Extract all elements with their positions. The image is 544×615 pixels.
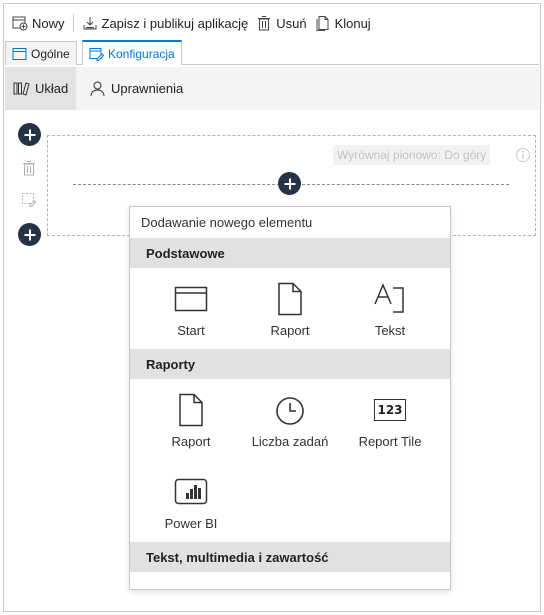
item-report[interactable]: Raport [244, 282, 336, 352]
item-power-bi[interactable]: Power BI [145, 475, 237, 545]
add-element-button[interactable] [278, 172, 301, 195]
item-report-2-label: Raport [171, 434, 211, 449]
new-button[interactable]: Nowy [8, 12, 69, 34]
save-publish-label: Zapisz i publikuj aplikację [101, 15, 249, 31]
subnav-permissions-label: Uprawnienia [111, 81, 184, 96]
item-start-label: Start [177, 323, 205, 338]
save-publish-icon [83, 17, 97, 30]
item-text-label: Tekst [374, 323, 406, 338]
item-report-2[interactable]: Raport [145, 393, 237, 463]
window-icon [12, 47, 27, 60]
clone-button-label: Klonuj [334, 15, 371, 31]
sub-navigation: Układ Uprawnienia [5, 67, 539, 110]
group-header-basic: Podstawowe [130, 238, 450, 268]
clock-icon [273, 393, 307, 427]
document-icon [273, 282, 307, 316]
vertical-align-label[interactable]: Wyrównaj pionowo: Do góry [333, 145, 491, 165]
document-icon [174, 393, 208, 427]
trash-icon [258, 16, 271, 31]
group-header-text-media: Tekst, multimedia i zawartość [130, 542, 450, 572]
item-task-count-label: Liczba zadań [251, 434, 329, 449]
person-icon [90, 81, 105, 97]
save-publish-button[interactable]: Zapisz i publikuj aplikację [78, 12, 253, 34]
toolbar: Nowy Zapisz i publikuj aplikację Usuń Kl… [8, 10, 375, 36]
subnav-layout[interactable]: Układ [5, 67, 77, 110]
info-icon[interactable] [515, 147, 531, 163]
new-button-label: Nowy [32, 15, 65, 31]
tab-general-label: Ogólne [31, 46, 70, 61]
delete-section-icon[interactable] [21, 160, 37, 176]
subnav-layout-label: Układ [35, 81, 69, 96]
section-settings-icon[interactable] [21, 191, 37, 207]
subnav-permissions[interactable]: Uprawnienia [81, 67, 191, 110]
tab-bar: Ogólne Konfiguracja [5, 40, 539, 65]
item-power-bi-label: Power BI [164, 516, 218, 531]
item-report-tile[interactable]: 123 Report Tile [344, 393, 436, 463]
item-report-tile-label: Report Tile [358, 434, 422, 449]
popup-title: Dodawanie nowego elementu [141, 215, 313, 230]
power-bi-icon [174, 475, 208, 509]
new-app-icon [12, 16, 28, 31]
clone-button[interactable]: Klonuj [311, 12, 375, 34]
edit-window-icon [89, 47, 104, 61]
text-icon [373, 282, 407, 316]
tab-general[interactable]: Ogólne [5, 41, 77, 65]
item-start[interactable]: Start [145, 282, 237, 352]
tab-configuration-label: Konfiguracja [108, 46, 175, 61]
clone-icon [316, 16, 329, 31]
toolbar-separator [72, 14, 74, 32]
delete-button[interactable]: Usuń [252, 12, 310, 34]
delete-button-label: Usuń [276, 15, 307, 31]
add-section-above-button[interactable] [18, 123, 41, 146]
layout-columns-icon [13, 82, 30, 96]
tab-configuration[interactable]: Konfiguracja [82, 40, 182, 65]
item-report-label: Raport [270, 323, 310, 338]
add-section-below-button[interactable] [18, 223, 41, 246]
item-task-count[interactable]: Liczba zadań [244, 393, 336, 463]
number-tile-glyph: 123 [374, 399, 406, 421]
add-element-popup: Dodawanie nowego elementu Podstawowe Sta… [129, 206, 451, 590]
group-header-reports: Raporty [130, 349, 450, 379]
item-text[interactable]: Tekst [344, 282, 436, 352]
window-icon [174, 282, 208, 316]
number-tile-icon: 123 [373, 393, 407, 427]
